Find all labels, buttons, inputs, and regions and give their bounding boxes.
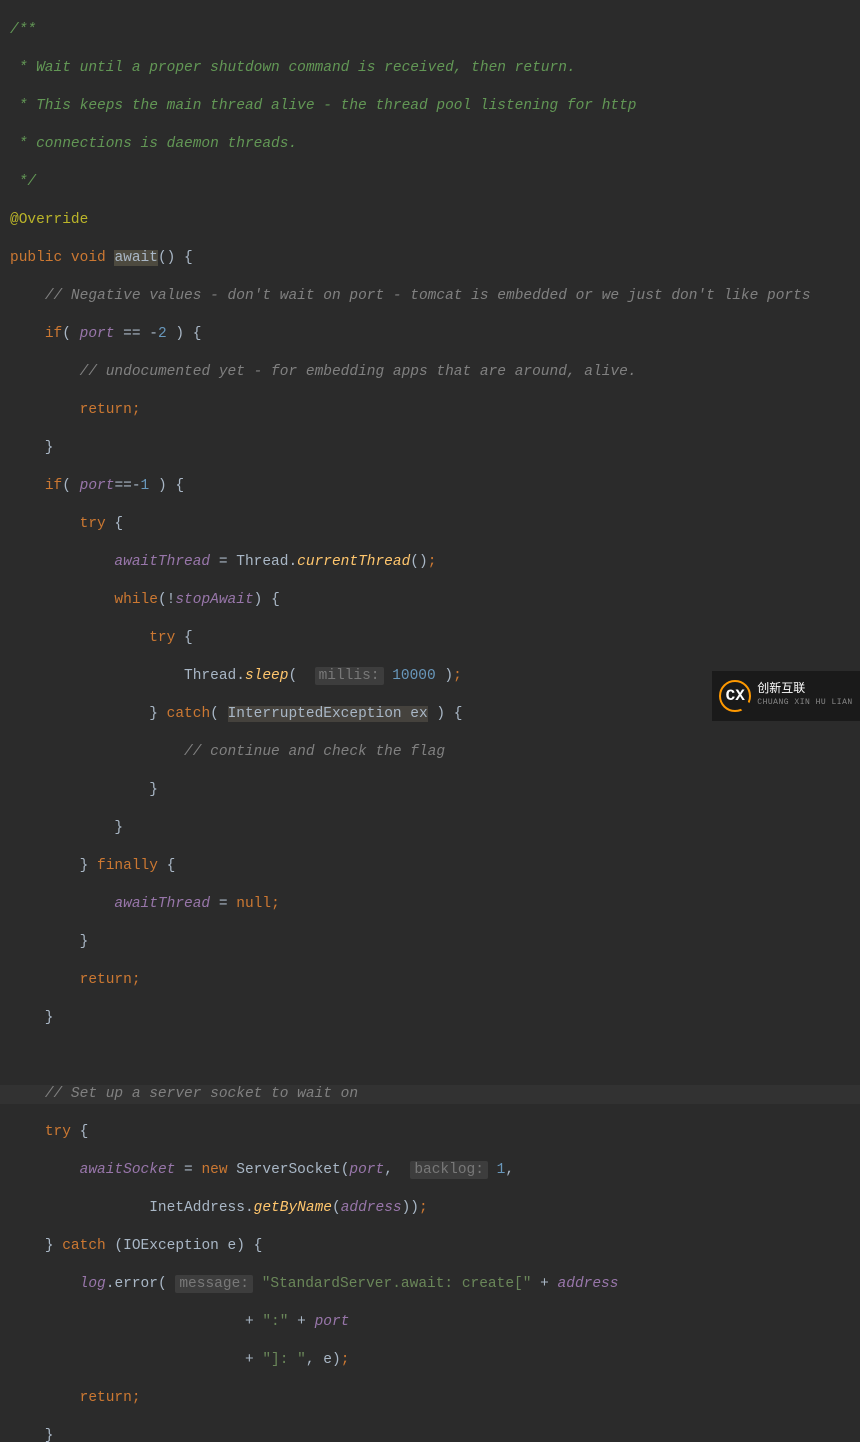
method-signature: public void await() {	[10, 249, 860, 268]
doc-comment-end: */	[10, 174, 36, 190]
comment-negative: // Negative values - don't wait on port …	[45, 288, 811, 304]
comment-continue: // continue and check the flag	[184, 744, 445, 760]
exception-var: InterruptedException ex	[228, 706, 428, 722]
param-hint-message: message:	[175, 1275, 253, 1293]
field-awaitThread: awaitThread	[114, 554, 210, 570]
doc-comment-line: * connections is daemon threads.	[10, 136, 297, 152]
param-hint-backlog: backlog:	[410, 1161, 488, 1179]
watermark-overlay: CX 创新互联 CHUANG XIN HU LIAN	[712, 671, 860, 721]
watermark-text-sub: CHUANG XIN HU LIAN	[757, 696, 852, 710]
catch-block: catch	[167, 706, 211, 722]
exception-io: IOException e	[123, 1238, 236, 1254]
code-editor[interactable]: /** * Wait until a proper shutdown comma…	[0, 0, 860, 1442]
param-hint-millis: millis:	[315, 667, 384, 685]
watermark-text-main: 创新互联	[757, 682, 852, 696]
finally-block: finally	[97, 858, 158, 874]
doc-comment-line: * Wait until a proper shutdown command i…	[10, 60, 576, 76]
return-stmt: return	[80, 402, 132, 418]
if-statement: if( port == -2 ) {	[10, 325, 860, 344]
watermark-logo-icon: CX	[719, 680, 751, 712]
doc-comment-line: * This keeps the main thread alive - the…	[10, 98, 637, 114]
if-statement: if( port==-1 ) {	[10, 477, 860, 496]
field-log: log	[80, 1276, 106, 1292]
comment-setup: // Set up a server socket to wait on	[45, 1086, 358, 1102]
try-block: try	[80, 516, 106, 532]
while-loop: while	[114, 592, 158, 608]
field-awaitSocket: awaitSocket	[80, 1162, 176, 1178]
comment-undoc: // undocumented yet - for embedding apps…	[80, 364, 637, 380]
annotation-override: @Override	[10, 212, 88, 228]
doc-comment-start: /**	[10, 22, 36, 38]
